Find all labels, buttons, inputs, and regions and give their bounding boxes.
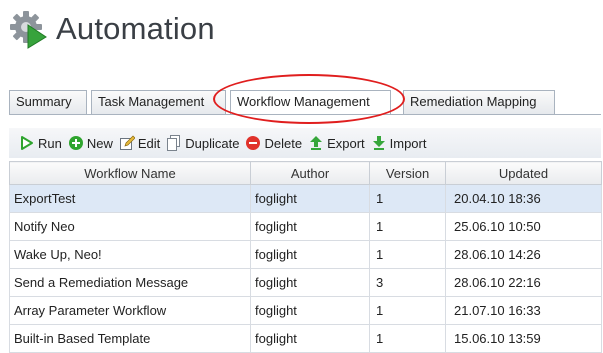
- cell-version: 3: [369, 268, 446, 297]
- tab-task-management[interactable]: Task Management: [91, 90, 226, 114]
- edit-label: Edit: [137, 135, 161, 151]
- cell-workflow-name: Built-in Based Template: [9, 324, 251, 353]
- cell-version: 1: [369, 240, 446, 269]
- table-row[interactable]: Built-in Based Template foglight 1 15.06…: [9, 324, 602, 353]
- cell-version: 1: [369, 296, 446, 325]
- cell-workflow-name: Send a Remediation Message: [9, 268, 251, 297]
- cell-updated: 28.06.10 22:16: [445, 268, 602, 297]
- play-icon: [21, 136, 33, 150]
- page-title: Automation: [56, 11, 215, 46]
- table-row[interactable]: Notify Neo foglight 1 25.06.10 10:50: [9, 212, 602, 241]
- delete-icon: [246, 136, 261, 150]
- toolbar: Run New Edit Duplicate Delete Export Imp…: [9, 128, 601, 158]
- cell-author: foglight: [250, 240, 370, 269]
- workflow-table: Workflow Name Author Version Updated Exp…: [9, 161, 602, 353]
- cell-updated: 21.07.10 16:33: [445, 296, 602, 325]
- duplicate-icon: [167, 135, 181, 151]
- cell-version: 1: [369, 324, 446, 353]
- duplicate-button[interactable]: Duplicate: [166, 132, 239, 154]
- table-row[interactable]: Send a Remediation Message foglight 3 28…: [9, 268, 602, 297]
- column-header-updated[interactable]: Updated: [445, 161, 602, 185]
- import-button[interactable]: Import: [371, 132, 427, 154]
- cell-author: foglight: [250, 212, 370, 241]
- cell-updated: 15.06.10 13:59: [445, 324, 602, 353]
- tab-remediation-mapping[interactable]: Remediation Mapping: [403, 90, 555, 114]
- duplicate-label: Duplicate: [185, 135, 240, 151]
- cell-updated: 20.04.10 18:36: [445, 184, 602, 213]
- cell-version: 1: [369, 184, 446, 213]
- tab-divider: [9, 114, 601, 115]
- cell-workflow-name: ExportTest: [9, 184, 251, 213]
- gear-play-icon: [8, 9, 48, 49]
- page-header: Automation: [8, 6, 215, 52]
- add-icon: [68, 136, 83, 150]
- cell-workflow-name: Notify Neo: [9, 212, 251, 241]
- tab-workflow-management[interactable]: Workflow Management: [230, 90, 391, 115]
- run-label: Run: [38, 135, 62, 151]
- export-label: Export: [327, 135, 365, 151]
- import-arrow-icon: [372, 136, 385, 150]
- column-header-version[interactable]: Version: [369, 161, 446, 185]
- cell-author: foglight: [250, 324, 370, 353]
- column-header-author[interactable]: Author: [250, 161, 370, 185]
- export-arrow-icon: [310, 136, 323, 150]
- cell-author: foglight: [250, 296, 370, 325]
- table-header-row: Workflow Name Author Version Updated: [9, 161, 602, 185]
- cell-workflow-name: Array Parameter Workflow: [9, 296, 251, 325]
- new-label: New: [86, 135, 113, 151]
- tab-summary[interactable]: Summary: [9, 90, 87, 114]
- delete-button[interactable]: Delete: [245, 132, 302, 154]
- column-header-workflow-name[interactable]: Workflow Name: [9, 161, 251, 185]
- table-row[interactable]: ExportTest foglight 1 20.04.10 18:36: [9, 184, 602, 213]
- export-button[interactable]: Export: [308, 132, 365, 154]
- edit-icon: [119, 135, 135, 150]
- table-row[interactable]: Wake Up, Neo! foglight 1 28.06.10 14:26: [9, 240, 602, 269]
- import-label: Import: [389, 135, 427, 151]
- cell-updated: 25.06.10 10:50: [445, 212, 602, 241]
- cell-version: 1: [369, 212, 446, 241]
- cell-updated: 28.06.10 14:26: [445, 240, 602, 269]
- edit-button[interactable]: Edit: [119, 132, 160, 154]
- new-button[interactable]: New: [68, 132, 113, 154]
- table-row[interactable]: Array Parameter Workflow foglight 1 21.0…: [9, 296, 602, 325]
- cell-author: foglight: [250, 184, 370, 213]
- run-button[interactable]: Run: [19, 132, 62, 154]
- delete-label: Delete: [264, 135, 303, 151]
- cell-workflow-name: Wake Up, Neo!: [9, 240, 251, 269]
- cell-author: foglight: [250, 268, 370, 297]
